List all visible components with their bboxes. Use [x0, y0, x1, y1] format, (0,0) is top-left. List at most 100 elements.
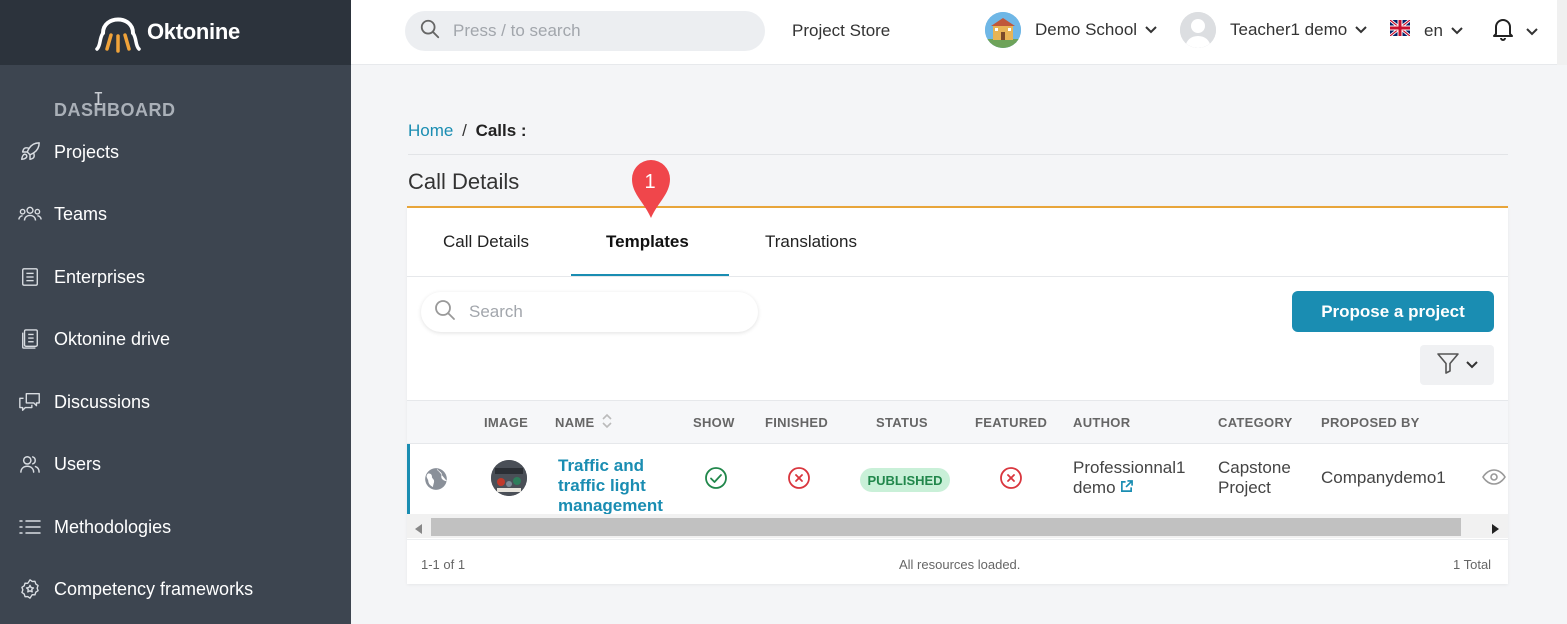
school-selector[interactable]: Demo School — [985, 12, 1157, 48]
call-details-card: Call Details Templates Translations Prop… — [407, 206, 1508, 584]
tab-translations[interactable]: Translations — [765, 232, 857, 252]
column-header-author: AUTHOR — [1073, 415, 1131, 430]
sidebar-item-methodologies[interactable]: Methodologies — [0, 507, 351, 547]
template-image[interactable] — [491, 460, 527, 496]
category-line: Project — [1218, 478, 1271, 497]
language-selector[interactable]: en — [1389, 18, 1463, 41]
eye-icon[interactable] — [1482, 468, 1506, 491]
sidebar-item-competency-frameworks[interactable]: Competency frameworks — [0, 569, 351, 609]
author-name-line: Professionnal1 — [1073, 458, 1186, 477]
author-name-line: demo — [1073, 478, 1116, 497]
global-search[interactable] — [405, 11, 765, 51]
sidebar-item-label: Discussions — [54, 391, 151, 412]
category-cell: Capstone Project — [1218, 458, 1291, 498]
total-count: 1 Total — [1453, 557, 1492, 572]
sidebar: Oktonine DASHBOARD I Projects Teams Ente… — [0, 0, 351, 624]
chevron-down-icon — [1466, 356, 1478, 374]
enterprise-icon — [18, 265, 42, 289]
sidebar-item-teams[interactable]: Teams — [0, 194, 351, 234]
sidebar-item-label: Oktonine drive — [54, 328, 171, 349]
breadcrumb-separator: / — [462, 121, 467, 140]
team-icon — [18, 202, 42, 226]
category-line: Capstone — [1218, 458, 1291, 477]
sidebar-item-oktonine-drive[interactable]: Oktonine drive — [0, 319, 351, 359]
sidebar-item-discussions[interactable]: Discussions — [0, 382, 351, 422]
search-icon — [419, 18, 441, 45]
tab-bar: Call Details Templates Translations — [407, 208, 1508, 277]
scroll-left-icon[interactable] — [415, 521, 422, 539]
propose-project-button[interactable]: Propose a project — [1292, 291, 1494, 332]
drive-icon — [18, 327, 42, 351]
author-cell: Professionnal1 demo — [1073, 458, 1185, 498]
badge-icon — [18, 577, 42, 601]
proposed-by-cell: Companydemo1 — [1321, 468, 1446, 487]
chevron-down-icon — [1145, 21, 1157, 39]
search-input[interactable] — [469, 302, 729, 322]
template-name-link[interactable]: Traffic and traffic light management — [558, 456, 688, 516]
avatar — [1180, 12, 1216, 48]
school-name: Demo School — [1035, 20, 1138, 39]
sort-icon[interactable] — [601, 412, 613, 435]
column-header-finished: FINISHED — [765, 415, 829, 430]
templates-search[interactable] — [421, 292, 758, 332]
column-header-status: STATUS — [876, 415, 928, 430]
user-menu[interactable]: Teacher1 demo — [1180, 12, 1367, 48]
table-row[interactable]: Traffic and traffic light management PUB… — [407, 444, 1508, 516]
tab-templates[interactable]: Templates — [606, 232, 689, 252]
filter-button[interactable] — [1420, 345, 1494, 385]
sidebar-item-projects[interactable]: Projects — [0, 132, 351, 172]
text-cursor-icon: I — [93, 89, 104, 110]
table-footer: 1-1 of 1 All resources loaded. 1 Total — [407, 539, 1508, 586]
chevron-down-icon — [1451, 22, 1463, 40]
scrollbar-thumb[interactable] — [431, 518, 1461, 536]
breadcrumb-current: Calls : — [475, 121, 527, 140]
external-link-icon[interactable] — [1120, 478, 1134, 497]
sidebar-item-label: Users — [54, 453, 102, 474]
global-search-input[interactable] — [453, 21, 733, 41]
search-icon — [433, 298, 457, 327]
breadcrumb: Home / Calls : — [408, 121, 527, 141]
project-store-link[interactable]: Project Store — [792, 21, 890, 41]
users-icon — [18, 452, 42, 476]
column-header-image: IMAGE — [484, 415, 529, 430]
tab-call-details[interactable]: Call Details — [443, 232, 529, 252]
sidebar-item-label: Competency frameworks — [54, 578, 254, 599]
template-name-line: Traffic and — [558, 456, 644, 475]
author-link[interactable]: demo — [1073, 478, 1185, 498]
top-header: Project Store Demo School Teacher1 demo … — [351, 0, 1567, 65]
filter-icon — [1436, 351, 1460, 380]
column-header-name[interactable]: NAME — [555, 415, 594, 430]
logo-bar: Oktonine — [0, 0, 351, 65]
brand-logo[interactable]: Oktonine — [95, 9, 240, 55]
column-header-show: SHOW — [693, 415, 735, 430]
page-scrollbar[interactable] — [1557, 0, 1567, 65]
column-header-category: CATEGORY — [1218, 415, 1293, 430]
table-horizontal-scrollbar[interactable] — [407, 514, 1508, 538]
finished-cross-icon — [787, 466, 811, 495]
featured-cross-icon — [999, 466, 1023, 495]
sidebar-item-users[interactable]: Users — [0, 444, 351, 484]
table-header: IMAGE NAME SHOW FINISHED STATUS FEATURED… — [407, 400, 1508, 444]
column-header-proposed-by: PROPOSED BY — [1321, 415, 1420, 430]
sidebar-item-label: Teams — [54, 203, 108, 224]
divider — [408, 154, 1508, 155]
bell-icon — [1492, 17, 1514, 46]
uk-flag-icon — [1389, 18, 1411, 41]
sidebar-item-label: Enterprises — [54, 266, 146, 287]
template-name-line: traffic light — [558, 476, 646, 495]
globe-icon — [423, 466, 449, 497]
sidebar-item-label: Projects — [54, 141, 120, 162]
page-title: Call Details — [408, 169, 520, 194]
language-code: en — [1424, 20, 1443, 40]
breadcrumb-home-link[interactable]: Home — [408, 121, 453, 140]
sidebar-item-enterprises[interactable]: Enterprises — [0, 257, 351, 297]
rocket-icon — [18, 140, 42, 164]
school-avatar — [985, 12, 1021, 48]
octopus-logo-icon — [95, 17, 141, 53]
template-name-line: management — [558, 496, 663, 515]
scroll-right-icon[interactable] — [1492, 521, 1499, 539]
show-check-icon — [704, 466, 728, 495]
notifications-button[interactable] — [1492, 17, 1538, 46]
status-badge: PUBLISHED — [860, 468, 950, 492]
column-header-featured: FEATURED — [975, 415, 1048, 430]
